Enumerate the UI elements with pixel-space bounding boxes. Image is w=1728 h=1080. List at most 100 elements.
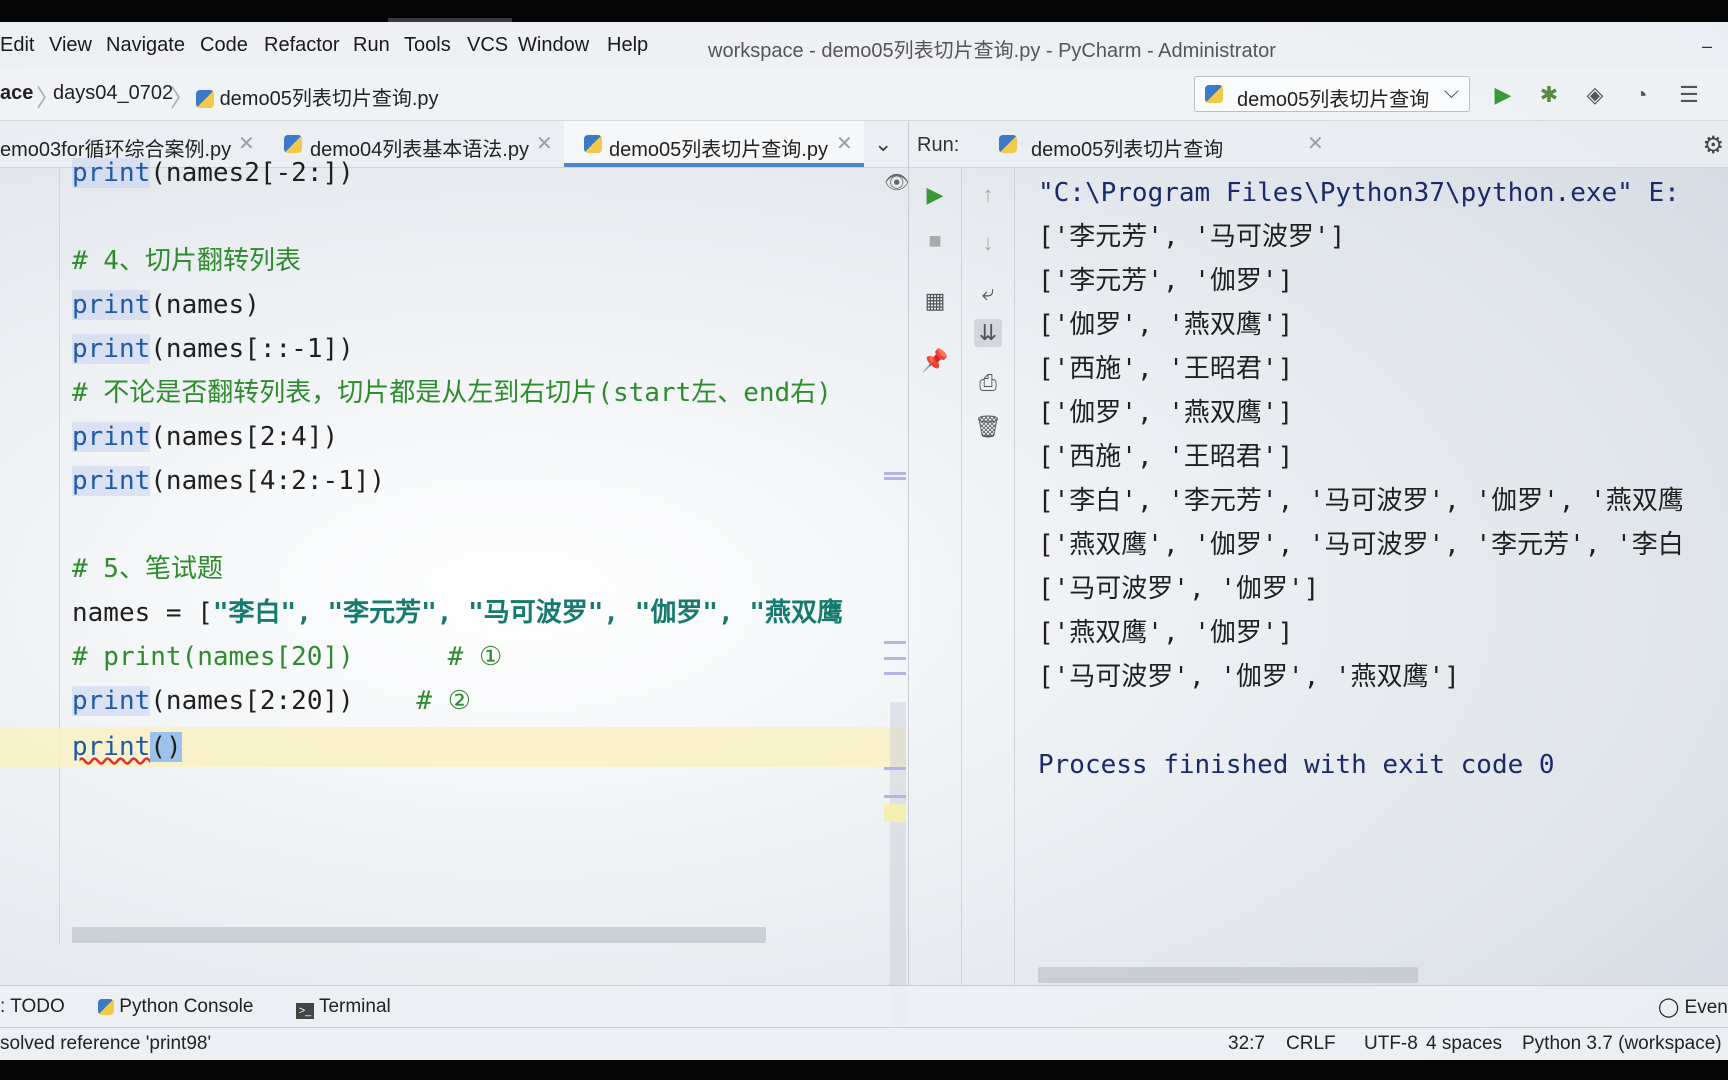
run-console-output[interactable]: "C:\Program Files\Python37\python.exe" E… bbox=[1014, 167, 1728, 985]
menu-view[interactable]: View bbox=[49, 34, 92, 57]
code-text: (names[4:2:-1]) bbox=[150, 466, 386, 496]
scroll-to-end-icon[interactable]: ⇊ bbox=[974, 319, 1002, 347]
menu-navigate[interactable]: Navigate bbox=[106, 34, 185, 57]
run-icon[interactable]: ▶ bbox=[1490, 82, 1516, 108]
soft-wrap-icon[interactable]: ⤶ bbox=[974, 279, 1002, 307]
warning-stripe-mark[interactable] bbox=[884, 804, 906, 822]
menu-bar: Edit View Navigate Code Refactor Run Too… bbox=[0, 22, 1728, 68]
console-line: ['西施', '王昭君'] bbox=[1038, 354, 1294, 384]
tab-label: demo05列表切片查询.py bbox=[609, 139, 828, 161]
code-text: (names2[-2:]) bbox=[150, 158, 354, 188]
error-stripe-mark[interactable] bbox=[884, 767, 906, 770]
keyword: print bbox=[72, 334, 151, 364]
tool-window-bar: : TODO Python Console >_ Terminal ◯ Even… bbox=[0, 985, 1728, 1028]
python-console-icon bbox=[98, 999, 114, 1015]
restore-layout-icon[interactable]: ▦ bbox=[921, 287, 949, 315]
close-icon[interactable]: ✕ bbox=[1307, 131, 1324, 156]
code-editor[interactable]: print(names2[-2:]) # 4、切片翻转列表 print(name… bbox=[0, 158, 908, 1027]
minimize-button[interactable]: – bbox=[1702, 36, 1712, 57]
python-file-icon bbox=[1205, 85, 1223, 103]
event-log-icon: ◯ bbox=[1658, 997, 1680, 1018]
console-line: ['马可波罗', '伽罗', '燕双鹰'] bbox=[1038, 662, 1460, 692]
debug-icon[interactable]: ✱ bbox=[1536, 82, 1562, 108]
run-tool-header: Run: demo05列表切片查询 ✕ ⚙ bbox=[909, 121, 1728, 168]
tab-label: Terminal bbox=[318, 996, 391, 1017]
stop-icon[interactable]: ■ bbox=[921, 227, 949, 255]
code-line: print(names[2:20]) # ② bbox=[72, 681, 471, 721]
error-stripe-mark[interactable] bbox=[884, 641, 906, 644]
pin-icon[interactable]: 📌 bbox=[921, 347, 949, 375]
code-line: print(names) bbox=[72, 285, 260, 325]
code-text: (names[::-1]) bbox=[150, 334, 354, 364]
status-message[interactable]: solved reference 'print98' bbox=[0, 1033, 211, 1055]
menu-edit[interactable]: Edit bbox=[0, 34, 34, 57]
close-icon[interactable]: ✕ bbox=[836, 131, 853, 156]
string-literals: "李白", "李元芳", "马可波罗", "伽罗", "燕双鹰 bbox=[212, 598, 843, 628]
code-text: (names[2:20]) bbox=[150, 686, 354, 716]
file-encoding[interactable]: UTF-8 bbox=[1364, 1033, 1418, 1055]
tab-todo[interactable]: : TODO bbox=[0, 996, 65, 1018]
python-interpreter[interactable]: Python 3.7 (workspace) bbox=[1522, 1033, 1722, 1055]
up-arrow-icon[interactable]: ↑ bbox=[974, 181, 1002, 209]
editor-vertical-scrollbar[interactable] bbox=[890, 702, 906, 1027]
keyword: print bbox=[72, 732, 151, 762]
run-tab-label: demo05列表切片查询 bbox=[1031, 139, 1224, 161]
profile-icon[interactable]: ◔ bbox=[1628, 82, 1654, 108]
tab-demo05[interactable]: demo05列表切片查询.py ✕ bbox=[564, 121, 864, 167]
tab-label: Event bbox=[1684, 997, 1728, 1018]
breadcrumb-root[interactable]: ace bbox=[0, 82, 33, 105]
breadcrumb-folder[interactable]: days04_0702 bbox=[53, 82, 173, 105]
code-text: names = [ bbox=[72, 598, 213, 628]
code-line: print(names[::-1]) bbox=[72, 329, 354, 369]
rerun-icon[interactable]: ▶ bbox=[921, 181, 949, 209]
error-stripe-mark[interactable] bbox=[884, 472, 906, 475]
chevron-down-icon[interactable]: ⌄ bbox=[874, 131, 892, 157]
keyword: print bbox=[72, 422, 151, 452]
console-line: ['燕双鹰', '伽罗'] bbox=[1038, 618, 1294, 648]
menu-vcs[interactable]: VCS bbox=[467, 34, 508, 57]
keyword: print bbox=[72, 466, 151, 496]
print-icon[interactable]: ⎙ bbox=[974, 369, 1002, 397]
tab-event-log[interactable]: ◯ Event bbox=[1658, 996, 1728, 1019]
menu-tools[interactable]: Tools bbox=[404, 34, 451, 57]
menu-run[interactable]: Run bbox=[353, 34, 390, 57]
python-file-icon bbox=[999, 135, 1017, 153]
trash-icon[interactable]: 🗑 bbox=[974, 413, 1002, 441]
error-stripe-mark[interactable] bbox=[884, 477, 906, 480]
process-exit-message: Process finished with exit code 0 bbox=[1038, 750, 1555, 780]
menu-code[interactable]: Code bbox=[200, 34, 248, 57]
console-horizontal-scrollbar[interactable] bbox=[1038, 967, 1418, 983]
run-config-dropdown[interactable]: demo05列表切片查询 ⌵ bbox=[1194, 76, 1470, 112]
tab-label: TODO bbox=[10, 996, 65, 1017]
chevron-right-icon: 〉 bbox=[170, 85, 194, 112]
python-file-icon bbox=[584, 135, 602, 153]
coverage-icon[interactable]: ◈ bbox=[1582, 82, 1608, 108]
console-line: ['李元芳', '马可波罗'] bbox=[1038, 222, 1346, 252]
indent-setting[interactable]: 4 spaces bbox=[1426, 1033, 1502, 1055]
code-text: (names[2:4]) bbox=[150, 422, 339, 452]
gear-icon[interactable]: ⚙ bbox=[1702, 131, 1724, 160]
error-stripe-mark[interactable] bbox=[884, 795, 906, 798]
eye-icon[interactable]: 👁 bbox=[884, 170, 909, 195]
editor-horizontal-scrollbar[interactable] bbox=[72, 927, 766, 943]
close-icon[interactable]: ✕ bbox=[536, 131, 553, 156]
tab-terminal[interactable]: >_ Terminal bbox=[296, 996, 391, 1019]
down-arrow-icon[interactable]: ↓ bbox=[974, 229, 1002, 257]
navigation-bar: ace 〉 days04_0702 〉 demo05列表切片查询.py demo… bbox=[0, 68, 1728, 121]
code-comment: # 4、切片翻转列表 bbox=[72, 246, 301, 276]
breadcrumb-file[interactable]: demo05列表切片查询.py bbox=[196, 82, 439, 111]
menu-help[interactable]: Help bbox=[607, 34, 648, 57]
error-stripe-mark[interactable] bbox=[884, 672, 906, 675]
line-separator[interactable]: CRLF bbox=[1286, 1033, 1336, 1055]
caret-position[interactable]: 32:7 bbox=[1228, 1033, 1265, 1055]
menu-refactor[interactable]: Refactor bbox=[264, 34, 340, 57]
error-stripe-mark[interactable] bbox=[884, 657, 906, 660]
console-line: ['燕双鹰', '伽罗', '马可波罗', '李元芳', '李白 bbox=[1038, 530, 1684, 560]
pycharm-window: Edit View Navigate Code Refactor Run Too… bbox=[0, 0, 1728, 1080]
menu-window[interactable]: Window bbox=[518, 34, 589, 57]
run-toolbar-primary: ▶ ■ ▦ 📌 bbox=[909, 167, 962, 985]
concurrency-icon[interactable]: ☰ bbox=[1676, 82, 1702, 108]
tab-python-console[interactable]: Python Console bbox=[98, 996, 253, 1018]
run-label: Run: bbox=[917, 134, 960, 156]
code-line: print(names2[-2:]) bbox=[72, 153, 354, 193]
